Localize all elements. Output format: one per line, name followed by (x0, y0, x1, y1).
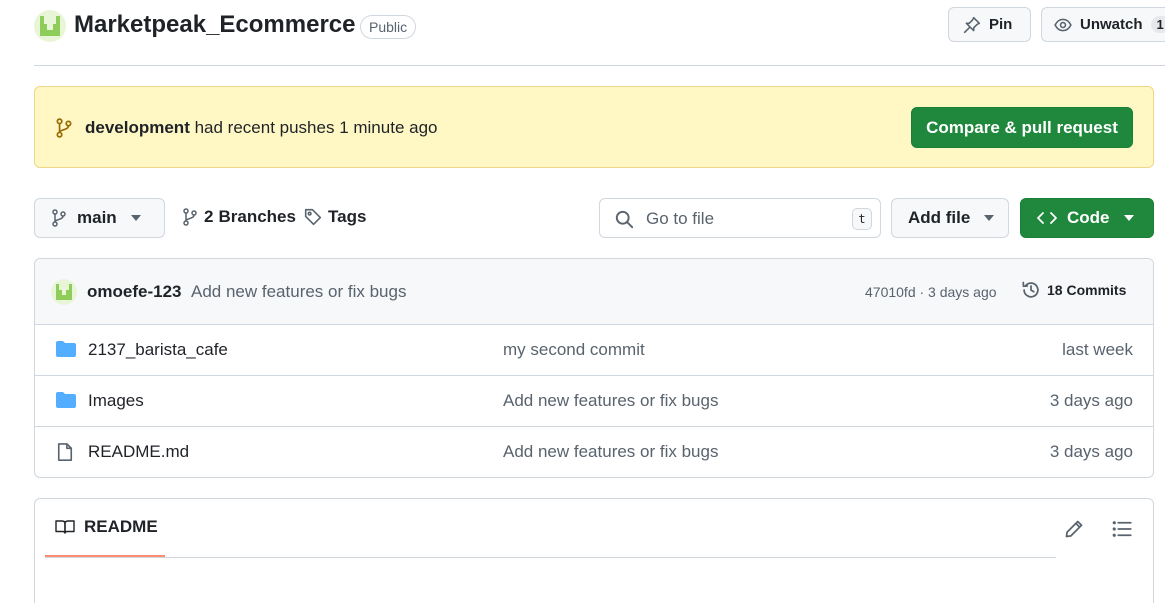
tag-icon (304, 208, 322, 226)
unwatch-button[interactable]: Unwatch 1 (1041, 7, 1165, 42)
banner-message: development had recent pushes 1 minute a… (85, 118, 437, 138)
code-label: Code (1067, 208, 1110, 227)
branches-count: 2 (204, 207, 214, 226)
author-avatar[interactable] (51, 279, 77, 305)
file-date: 3 days ago (1049, 391, 1133, 410)
branch-icon (52, 209, 66, 227)
file-commit-message[interactable]: Add new features or fix bugs (503, 391, 718, 411)
pin-label: Pin (989, 16, 1013, 33)
chevron-down-icon (130, 215, 141, 221)
readme-panel: README (34, 498, 1154, 603)
go-to-file-input[interactable]: Go to file t (599, 198, 881, 238)
commits-link[interactable]: 18 Commits (1021, 280, 1126, 300)
branch-selector[interactable]: main (34, 198, 165, 238)
latest-commit-bar: omoefe-123 Add new features or fix bugs … (35, 259, 1153, 325)
commit-message[interactable]: Add new features or fix bugs (191, 282, 406, 302)
banner-text: had recent pushes 1 minute ago (194, 118, 438, 137)
file-date: 3 days ago (1049, 442, 1133, 461)
pushed-branch-name[interactable]: development (85, 118, 190, 137)
branches-label: Branches (218, 207, 296, 226)
unwatch-label: Unwatch (1080, 16, 1143, 33)
search-placeholder: Go to file (646, 209, 715, 228)
repo-header: Marketpeak_Ecommerce Public Pin Unwatch … (34, 0, 1165, 66)
history-icon (1022, 281, 1039, 298)
book-icon (55, 520, 75, 534)
file-icon (57, 443, 73, 461)
file-commit-message[interactable]: my second commit (503, 340, 645, 360)
chevron-down-icon (984, 215, 995, 221)
readme-tab[interactable]: README (45, 499, 165, 558)
pin-icon (963, 16, 981, 33)
file-commit-message[interactable]: Add new features or fix bugs (503, 442, 718, 462)
folder-icon (56, 341, 76, 357)
divider (45, 557, 1056, 558)
watch-count: 1 (1150, 16, 1165, 33)
file-row[interactable]: README.md Add new features or fix bugs 3… (35, 427, 1153, 477)
repo-owner-avatar[interactable] (34, 10, 66, 42)
file-name[interactable]: 2137_barista_cafe (88, 340, 228, 360)
search-icon (615, 210, 634, 229)
add-file-label: Add file (908, 208, 971, 227)
list-icon[interactable] (1112, 519, 1132, 539)
eye-icon (1054, 18, 1072, 31)
file-row[interactable]: 2137_barista_cafe my second commit last … (35, 325, 1153, 376)
commit-hash-time[interactable]: 47010fd · 3 days ago (865, 284, 997, 300)
readme-tab-label: README (84, 517, 158, 536)
branches-link[interactable]: 2 Branches (182, 207, 296, 227)
file-name[interactable]: Images (88, 391, 144, 411)
chevron-down-icon (1123, 215, 1134, 221)
folder-icon (56, 392, 76, 408)
recent-push-banner: development had recent pushes 1 minute a… (34, 86, 1154, 168)
file-listing: omoefe-123 Add new features or fix bugs … (34, 258, 1154, 478)
tags-label: Tags (328, 207, 367, 226)
branch-name: main (77, 208, 117, 227)
branch-icon (183, 208, 197, 226)
code-button[interactable]: Code (1020, 198, 1154, 238)
compare-pull-request-button[interactable]: Compare & pull request (911, 107, 1133, 148)
file-date: last week (1062, 340, 1133, 359)
repo-name[interactable]: Marketpeak_Ecommerce (74, 11, 356, 39)
commit-author[interactable]: omoefe-123 (87, 282, 181, 302)
tags-link[interactable]: Tags (304, 207, 366, 227)
keyboard-shortcut-hint: t (852, 208, 872, 230)
branch-icon (56, 118, 72, 138)
file-name[interactable]: README.md (88, 442, 189, 462)
commits-count: 18 Commits (1047, 282, 1127, 298)
add-file-button[interactable]: Add file (891, 198, 1009, 238)
visibility-badge: Public (360, 15, 417, 39)
file-row[interactable]: Images Add new features or fix bugs 3 da… (35, 376, 1153, 427)
code-icon (1037, 212, 1057, 224)
pencil-icon[interactable] (1064, 519, 1084, 539)
pin-button[interactable]: Pin (948, 7, 1031, 42)
